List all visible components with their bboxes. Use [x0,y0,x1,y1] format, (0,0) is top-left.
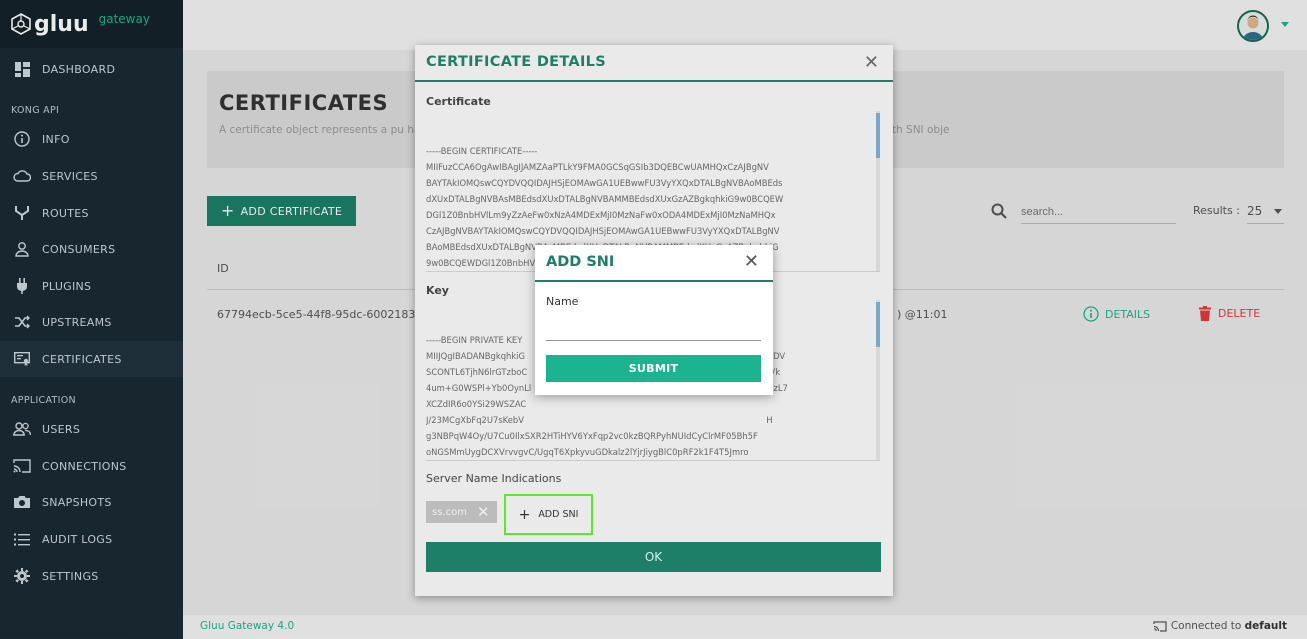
name-label: Name [546,295,579,308]
scrollbar-thumb[interactable] [876,302,880,347]
modal-title: CERTIFICATE DETAILS [426,54,606,70]
key-scrollbar[interactable] [876,300,880,460]
close-icon[interactable]: ✕ [744,251,759,272]
add-sni-button[interactable]: + ADD SNI [504,494,593,535]
ok-button[interactable]: OK [426,542,881,572]
add-sni-modal: ADD SNI ✕ Name SUBMIT [535,245,773,395]
sni-chip-label: ss.com [432,506,467,518]
remove-sni-icon[interactable]: ✕ [477,503,490,521]
certificate-scrollbar[interactable] [876,111,880,271]
sni-section-label: Server Name Indications [426,472,562,485]
add-sni-title-divider [535,280,773,282]
scrollbar-thumb[interactable] [876,113,880,158]
close-icon[interactable]: ✕ [864,52,879,73]
sni-name-input[interactable] [546,317,761,341]
add-sni-title: ADD SNI [546,254,615,270]
certificate-label: Certificate [426,95,491,108]
sni-chip: ss.com ✕ [426,501,497,523]
plus-icon: + [518,506,531,523]
add-sni-label: ADD SNI [538,509,579,520]
submit-button[interactable]: SUBMIT [546,355,761,382]
key-label: Key [426,284,449,297]
modal-title-divider [415,80,893,82]
